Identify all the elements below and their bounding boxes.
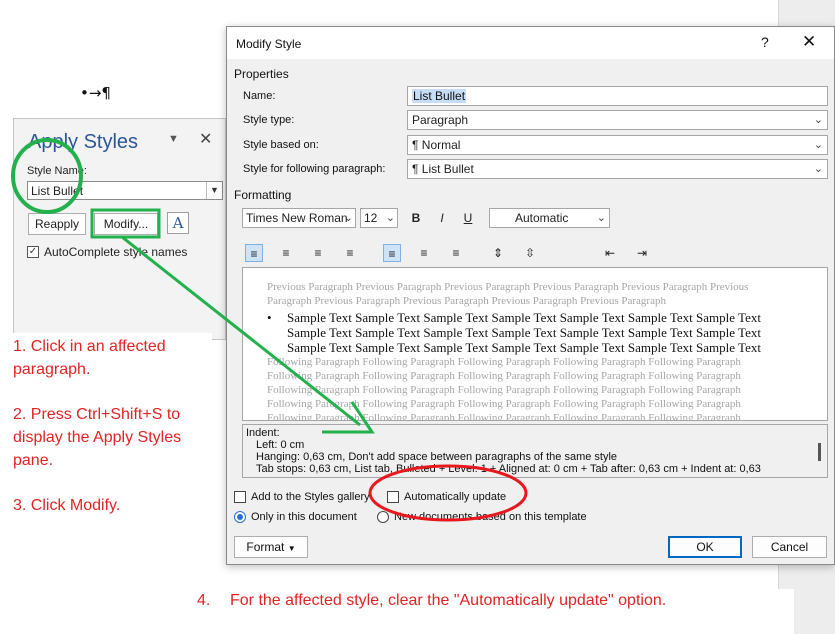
green-box-annotation: [90, 208, 161, 239]
green-circle-annotation: [11, 138, 83, 214]
green-arrow-annotation: [121, 235, 361, 427]
green-arrowhead-annotation: [322, 401, 375, 434]
red-circle-annotation: [368, 464, 528, 522]
annotation-overlay: [11, 138, 528, 522]
